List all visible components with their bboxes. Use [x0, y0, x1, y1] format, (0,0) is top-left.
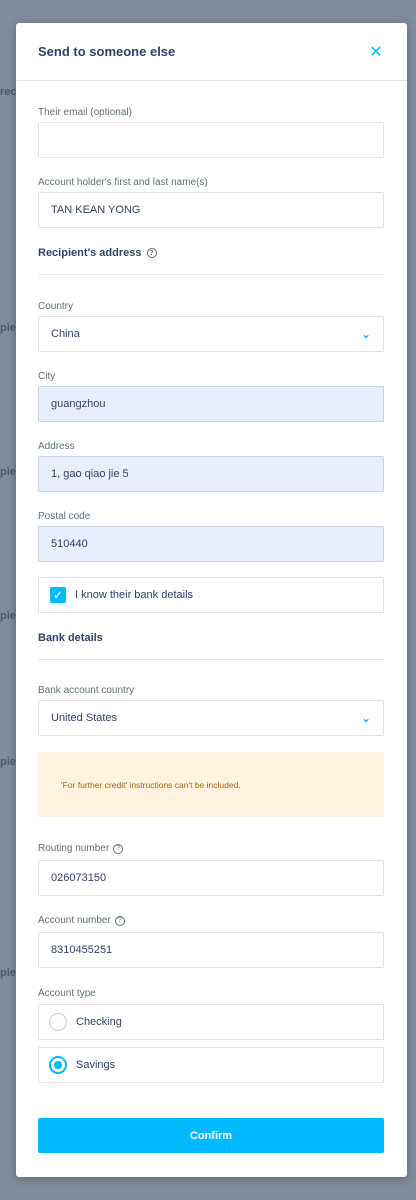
recipient-address-heading: Recipient's address ? — [38, 247, 157, 259]
checkbox-label: I know their bank details — [75, 589, 194, 601]
account-type-checking[interactable]: Checking — [38, 1004, 384, 1040]
address-field[interactable]: 1, gao qiao jie 5 — [38, 456, 384, 492]
further-credit-alert: 'For further credit' instructions can't … — [38, 752, 384, 817]
help-icon[interactable]: ? — [113, 843, 124, 854]
address-label: Address — [38, 441, 75, 452]
divider — [38, 274, 384, 275]
name-field[interactable]: TAN KEAN YONG — [38, 192, 384, 228]
routing-number-field[interactable]: 026073150 — [38, 860, 384, 896]
divider — [38, 659, 384, 660]
checkbox-checked-icon[interactable]: ✓ — [50, 587, 66, 603]
modal-title: Send to someone else — [38, 44, 176, 59]
postal-code-label: Postal code — [38, 511, 91, 522]
close-icon[interactable]: ✕ — [367, 43, 385, 61]
bank-details-heading: Bank details — [38, 632, 103, 644]
account-type-label: Account type — [38, 988, 96, 999]
know-bank-details-checkbox-row[interactable]: ✓ I know their bank details — [38, 577, 384, 613]
send-to-someone-else-modal: Send to someone else ✕ Their email (opti… — [16, 23, 407, 1177]
help-icon[interactable]: ? — [114, 915, 125, 926]
country-label: Country — [38, 301, 74, 312]
email-label: Their email (optional) — [38, 107, 132, 118]
name-label: Account holder's first and last name(s) — [38, 177, 208, 188]
chevron-down-icon: ⌄ — [360, 327, 371, 341]
bank-country-select[interactable]: United States ⌄ — [38, 700, 384, 736]
help-icon[interactable]: ? — [146, 248, 157, 258]
country-select[interactable]: China ⌄ — [38, 316, 384, 352]
city-label: City — [38, 371, 56, 382]
radio-label: Checking — [76, 1016, 122, 1028]
chevron-down-icon: ⌄ — [360, 711, 371, 725]
radio-selected-icon[interactable] — [49, 1056, 67, 1074]
account-type-savings[interactable]: Savings — [38, 1047, 384, 1083]
city-field[interactable]: guangzhou — [38, 386, 384, 422]
account-number-field[interactable]: 8310455251 — [38, 932, 384, 968]
routing-number-label: Routing number ? — [38, 843, 124, 854]
account-number-label: Account number ? — [38, 915, 125, 926]
modal-header: Send to someone else ✕ — [16, 23, 407, 81]
bank-country-label: Bank account country — [38, 685, 135, 696]
confirm-button[interactable]: Confirm — [38, 1118, 384, 1153]
postal-code-field[interactable]: 510440 — [38, 526, 384, 562]
email-field[interactable] — [38, 122, 384, 158]
radio-unselected-icon[interactable] — [49, 1013, 67, 1031]
radio-label: Savings — [76, 1059, 116, 1071]
